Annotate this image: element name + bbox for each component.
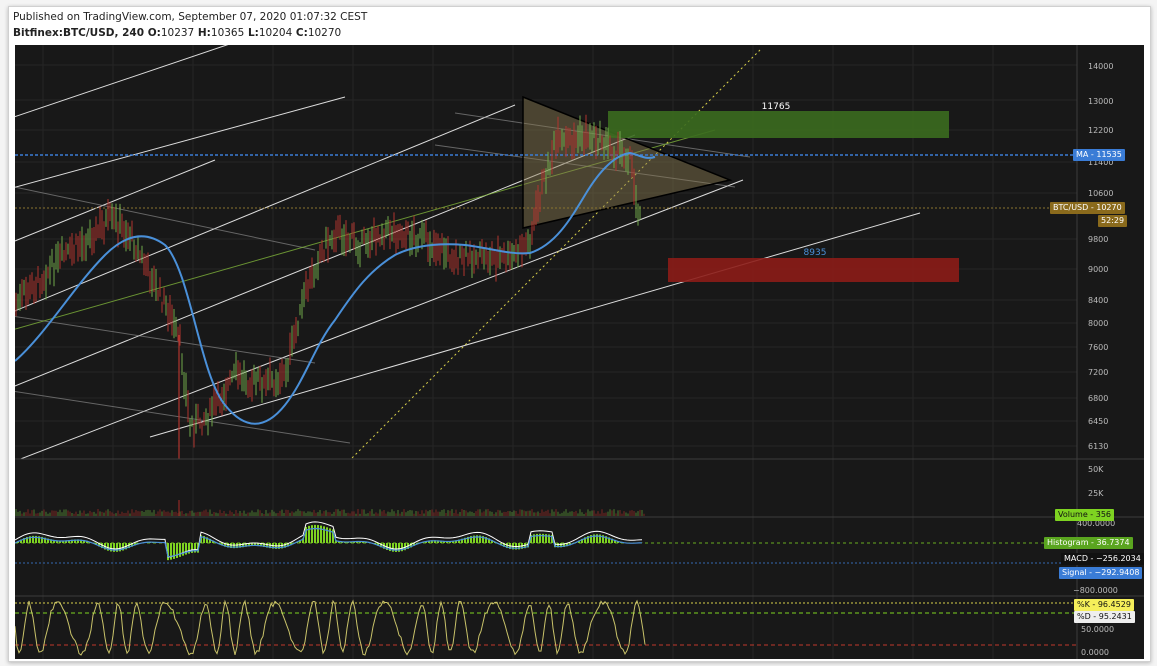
volume-tick: 25K	[1088, 489, 1104, 498]
stoch-mid-tick: 50.0000	[1081, 625, 1114, 634]
macd-line	[14, 521, 643, 558]
stoch-d-tag: %D - 95.2431	[1074, 611, 1135, 623]
high-key: H:	[197, 27, 211, 39]
volume-tick: 50K	[1088, 465, 1104, 474]
close-key: C:	[295, 27, 308, 39]
price-tick: 6130	[1088, 442, 1108, 451]
screenshot-frame: Published on TradingView.com, September …	[0, 0, 1157, 666]
macd-pane[interactable]	[14, 521, 1077, 564]
open-key: O:	[147, 27, 161, 39]
ohlc-legend: Bitfinex:BTC/USD, 240 O:10237 H:10365 L:…	[13, 27, 341, 39]
price-tick: 7200	[1088, 368, 1108, 377]
stochastic-k-line	[14, 599, 646, 656]
price-tick: 14000	[1088, 62, 1113, 71]
support-zone[interactable]	[668, 258, 959, 282]
price-tick: 8400	[1088, 296, 1108, 305]
high-value: 10365	[210, 27, 245, 39]
price-tick: 6450	[1088, 417, 1108, 426]
stochastic-pane[interactable]	[14, 599, 1077, 656]
price-tick: 6800	[1088, 394, 1108, 403]
chart-canvas[interactable]: 11765 8935 14000 13000 12200 11400 10600…	[14, 45, 1144, 659]
histogram-value-tag: Histogram - 36.7374	[1044, 537, 1133, 549]
published-chart-card: Published on TradingView.com, September …	[8, 6, 1151, 662]
price-tick: 9800	[1088, 235, 1108, 244]
published-info: Published on TradingView.com, September …	[13, 11, 368, 23]
stoch-bottom-tick: 0.0000	[1081, 648, 1109, 657]
price-tick: 8000	[1088, 319, 1108, 328]
low-key: L:	[247, 27, 259, 39]
open-value: 10237	[160, 27, 195, 39]
chart-header: Published on TradingView.com, September …	[9, 7, 1150, 45]
volume-bars	[15, 500, 645, 516]
chart-area[interactable]: 11765 8935 14000 13000 12200 11400 10600…	[14, 45, 1144, 659]
price-tick: 13000	[1088, 97, 1113, 106]
macd-value-tag: MACD - −256.2034	[1061, 553, 1144, 565]
close-value: 10270	[307, 27, 342, 39]
price-tick: 12200	[1088, 126, 1113, 135]
symbol-name: Bitfinex:BTC/USD, 240	[13, 27, 145, 39]
macd-bottom-tick: −800.0000	[1073, 586, 1118, 595]
resistance-zone-label: 11765	[762, 102, 791, 112]
ma-value-tag: MA - 11535	[1073, 149, 1125, 161]
candle-countdown-tag: 52:29	[1098, 215, 1128, 227]
price-tick: 7600	[1088, 343, 1108, 352]
stoch-k-tag: %K - 96.4529	[1074, 599, 1134, 611]
low-value: 10204	[258, 27, 293, 39]
price-tick: 10600	[1088, 189, 1113, 198]
price-value-tag: BTC/USD - 10270	[1050, 202, 1125, 214]
resistance-zone[interactable]	[608, 111, 949, 138]
volume-value-tag: Volume - 356	[1055, 509, 1114, 521]
main-price-pane[interactable]: 11765 8935	[15, 45, 1077, 505]
signal-value-tag: Signal - −292.9408	[1059, 567, 1143, 579]
price-tick: 9000	[1088, 265, 1108, 274]
support-zone-label: 8935	[804, 248, 827, 258]
